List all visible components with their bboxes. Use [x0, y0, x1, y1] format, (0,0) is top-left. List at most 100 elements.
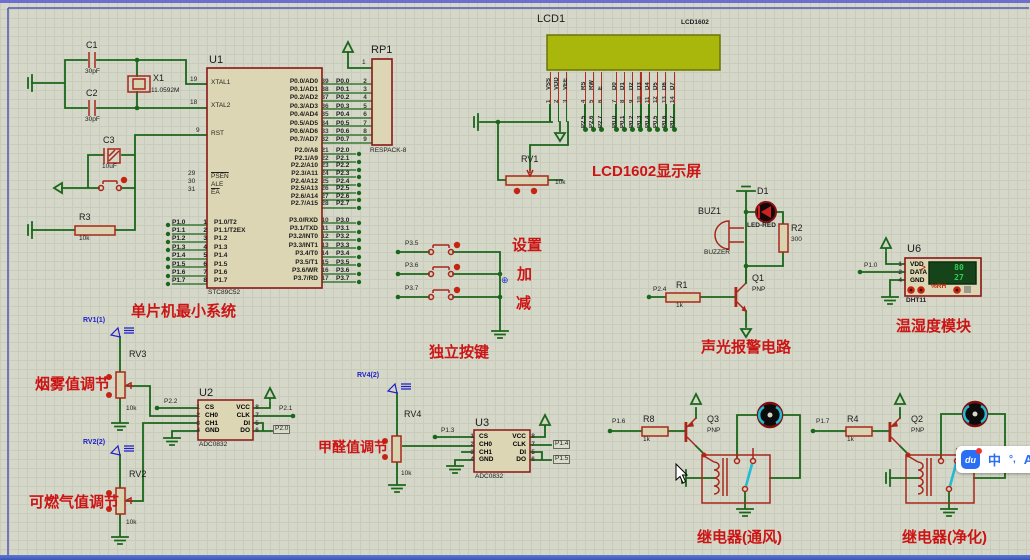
pin-row: P2.0/A821P2.0 [233, 147, 360, 155]
contrast-pot[interactable] [506, 168, 548, 194]
rp1-value: RESPACK-8 [370, 148, 406, 155]
net-p10: P1.0 [864, 263, 877, 270]
rv3-ref: RV3 [129, 350, 146, 359]
u1-port0-rows: P0.0/AD039P0.02 P0.1/AD138P0.13 P0.2/AD2… [233, 77, 370, 144]
ime-language-button[interactable]: 中 [988, 450, 1001, 469]
q1-value: PNP [752, 287, 765, 294]
pin-row: P2.7/A1528P2.7 [233, 200, 360, 208]
pin-row: P2.5/A1326P2.5 [233, 185, 360, 193]
pin-row: P2.1/A922P2.1 [233, 155, 360, 163]
pin-row: DO6 [204, 427, 264, 435]
q2-ref: Q2 [911, 415, 923, 424]
pin-row: P0.1/AD138P0.13 [233, 85, 370, 93]
pin-row: P3.3/INT113P3.3 [233, 241, 360, 249]
pin-row: P3.1/TXD11P3.1 [233, 224, 360, 232]
u1-port3-rows: P3.0/RXD10P3.0 P3.1/TXD11P3.1 P3.2/INT01… [233, 216, 360, 283]
ime-punctuation-button[interactable]: °, [1009, 454, 1016, 465]
ime-notification-dot [976, 448, 982, 454]
smoke-pot[interactable] [106, 328, 198, 430]
pin-row: CLK7 [480, 441, 540, 449]
gas-pot[interactable] [106, 423, 198, 544]
caption-alarm: 声光报警电路 [701, 340, 791, 356]
schematic-canvas[interactable]: C1 30pF C2 30pF X1 11.0592M C3 10uF R3 1… [0, 0, 1030, 560]
pin-row: P0.6/AD633P0.68 [233, 127, 370, 135]
pin-row: VCC8 [204, 404, 264, 412]
pin-row: P3.7/RD17P3.7 [233, 275, 360, 283]
lcd-model: LCD1602 [681, 20, 709, 27]
pin-row: P0.4/AD435P0.46 [233, 111, 370, 119]
lcd-ctrl-pins: RS4P2.5 RW5P2.6 E6P2.7 [581, 72, 606, 138]
lcd-pin-column: D512P0.5 [653, 72, 661, 138]
pin-row: P2.2/A1023P2.2 [233, 162, 360, 170]
r8-ref: R8 [643, 415, 655, 424]
caption-ch2o: 甲醛值调节 [318, 440, 388, 455]
net-p24: P2.4 [653, 287, 666, 294]
lcd-data-pins: D07P0.0 D18P0.1 D29P0.2 D310P0.3 D411P0.… [612, 72, 678, 138]
lcd-pin-column: E6P2.7 [598, 72, 606, 138]
u1-pin9-num: 9 [196, 128, 200, 135]
c1-ref: C1 [86, 41, 98, 50]
r4-value: 1k [847, 437, 854, 444]
pin-row: DO6 [480, 456, 540, 464]
pin-row: 4GND [890, 276, 927, 284]
pin-row: P0.0/AD039P0.02 [233, 77, 370, 85]
caption-mcu: 单片机最小系统 [131, 304, 236, 320]
pin-row: VCC8 [480, 433, 540, 441]
lcd-pin-column: D310P0.3 [637, 72, 645, 138]
lcd-power-pins: VSS1 VDD2 VEE3 [546, 72, 571, 138]
rp1-pin1-num: 1 [362, 60, 366, 67]
pin-row: P0.7/AD732P0.79 [233, 136, 370, 144]
u1-value: STC89C52 [208, 290, 240, 297]
net-p15: P1.5 [553, 455, 570, 464]
c2-value: 30pF [85, 117, 100, 124]
r1-value: 1k [676, 303, 683, 310]
u2-value: ADC0832 [199, 442, 227, 449]
ime-letter-button[interactable]: A [1024, 452, 1030, 467]
net-p37: P3.7 [405, 286, 418, 293]
key-add-label: 加 [517, 267, 532, 283]
relay-fan-circuit[interactable] [608, 394, 800, 516]
d1-ref: D1 [757, 187, 769, 196]
net-p35: P3.5 [405, 241, 418, 248]
q3-value: PNP [707, 428, 720, 435]
net-p36: P3.6 [405, 263, 418, 270]
lcd-pin-column: RW5P2.6 [589, 72, 597, 138]
lcd-pin-column: D714P0.7 [670, 72, 678, 138]
net-p22: P2.2 [164, 399, 177, 406]
net-p20: P2.0 [273, 425, 290, 434]
origin-marker: ⊕ [501, 275, 509, 286]
window-top-edge [0, 0, 1030, 3]
caption-lcd: LCD1602显示屏 [592, 164, 701, 180]
u6-value: DHT11 [906, 298, 926, 305]
pin-row: P3.2/INT012P3.2 [233, 233, 360, 241]
u2-ref: U2 [199, 388, 213, 400]
net-p14: P1.4 [553, 440, 570, 449]
ime-logo-text: du [965, 455, 976, 465]
ime-logo-button[interactable]: du [961, 450, 980, 469]
u1-pin-xtal1: XTAL1 [211, 80, 230, 87]
u6-ref: U6 [907, 244, 921, 256]
pin-row: P2.4/A1225P2.4 [233, 177, 360, 185]
c1-value: 30pF [85, 69, 100, 76]
rv2-value: 10k [126, 520, 136, 527]
dht-temperature-value: 27 [948, 273, 970, 282]
u1-pin-ale: ALE [211, 182, 223, 189]
u2-right-pins: VCC8CLK7DI5DO6 [204, 404, 264, 435]
rv4-value: 10k [401, 471, 411, 478]
caption-keys: 独立按键 [429, 345, 489, 361]
buz1-value: BUZZER [704, 250, 730, 257]
pin-row: P3.5/T115P3.5 [233, 258, 360, 266]
u1-pin29-num: 29 [188, 171, 195, 178]
ch2o-pot[interactable] [382, 384, 474, 492]
u1-pin-xtal2: XTAL2 [211, 103, 230, 110]
lcd-screen[interactable] [547, 35, 720, 70]
crystal-circuit[interactable] [28, 52, 207, 116]
ime-toolbar[interactable]: du 中 °, A [956, 446, 1030, 473]
caption-relay-fan: 继电器(通风) [697, 530, 782, 546]
window-bottom-edge [0, 555, 1030, 560]
dht-pointer: > [921, 264, 926, 272]
rp1-ref: RP1 [371, 45, 392, 57]
r2-ref: R2 [791, 224, 803, 233]
u3-ref: U3 [475, 418, 489, 430]
rv1-ref: RV1 [521, 155, 538, 164]
